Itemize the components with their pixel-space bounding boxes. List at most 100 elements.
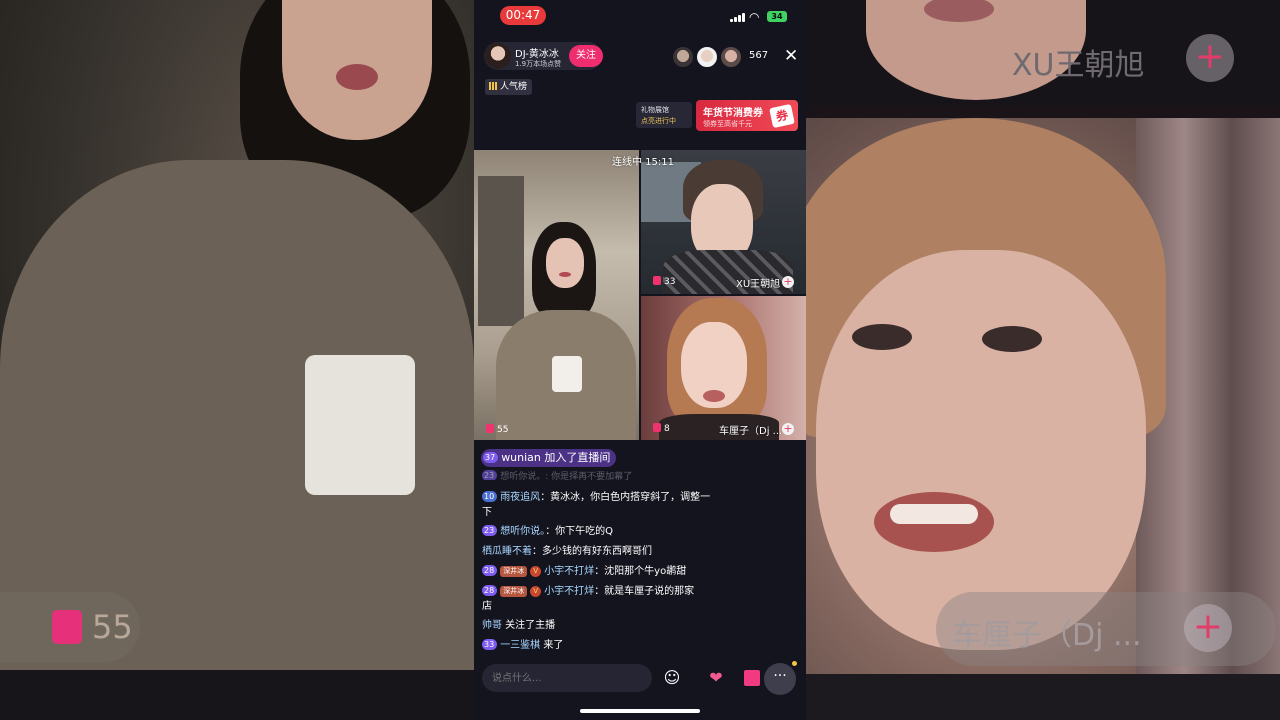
rank-label: 人气榜 [500,82,528,92]
heart-icon[interactable]: ❤ [704,666,728,690]
bottom-toolbar: ☺ ❤ ··· [482,661,800,695]
chat-text: ：就是车厘子说的那家 [594,586,695,597]
gift-hall-banner[interactable]: 礼物展馆 点亮进行中 [636,102,692,128]
close-icon[interactable]: ✕ [784,45,798,67]
comment-input[interactable] [482,664,652,692]
background-guest-eye [852,324,912,350]
chat-text: ：你下午吃的Q [545,526,614,537]
chat-username[interactable]: 栖瓜睡不着 [482,546,532,557]
chat-username[interactable]: 想听你说。 [500,526,545,537]
level-badge: 33 [482,639,498,650]
gift-hall-status: 点亮进行中 [641,117,676,125]
video-door [478,176,524,326]
host-likes: 1.9万本场点赞 [515,60,562,68]
level-badge: 28 [482,585,498,596]
chat-message: 28 深井冰 V 小宇不打烊：就是车厘子说的那家 [482,584,694,599]
background-guest-face [816,250,1146,650]
video-tile-host[interactable]: 55 [474,150,639,440]
gift-count: 55 [497,425,509,435]
fan-club-badge: 深井冰 [500,566,528,577]
background-plus-icon [1184,604,1232,652]
level-badge: 23 [482,470,498,480]
coupon-banner[interactable]: 年货节消费券 领券至高省千元 券 [696,100,798,131]
vip-badge: V [530,566,542,577]
signal-icon [730,13,745,22]
guest-name: XU王朝旭 [736,279,781,290]
chat-message: 23 想听你说。：你下午吃的Q [482,524,613,539]
plus-icon[interactable]: + [782,276,794,288]
viewer-avatar[interactable] [672,46,694,68]
notification-dot [792,661,797,666]
chat-message-continued: 下 [482,507,492,518]
chat-message: 10 雨夜追风：黄冰冰，你白色内搭穿斜了，调整一 [482,490,710,505]
video-host-shirt [552,356,582,392]
guest-name: 车厘子（Dj ... [719,426,783,437]
background-host-lips [336,64,378,90]
chat-username[interactable]: 小宇不打烊 [544,566,594,577]
background-guest-top-name: XU王朝旭 [1012,48,1145,83]
host-name: DJ-黄冰冰 [515,49,559,60]
level-badge: 10 [482,491,498,502]
viewer-avatar[interactable] [720,46,742,68]
viewer-avatar[interactable] [696,46,718,68]
avatar[interactable] [485,43,511,69]
follow-button[interactable]: 关注 [569,45,603,67]
coupon-subtitle: 领券至高省千元 [703,120,752,128]
gift-box-icon[interactable] [740,666,764,690]
gift-icon [653,276,661,285]
chat-username[interactable]: 雨夜追风 [500,492,540,503]
chat-text: 来了 [540,640,564,651]
viewer-count[interactable]: 567 [749,50,768,61]
connection-timer: 连线中 15:11 [612,157,674,168]
live-stream-screen: 00:47 ◠ 34 DJ-黄冰冰 1.9万本场点赞 关注 567 ✕ 人气榜 … [474,0,806,720]
emoji-icon[interactable]: ☺ [660,666,684,690]
chat-message: 33 一三鉴棋 来了 [482,638,563,653]
gift-count-badge: 8 [653,422,670,436]
chat-username[interactable]: 小宇不打烊 [544,586,594,597]
chat-text: ：黄冰冰，你白色内搭穿斜了，调整一 [540,492,711,503]
background-guest-eye [982,326,1042,352]
video-host-face [546,238,584,288]
battery-icon: 34 [767,11,787,22]
chat-username[interactable]: 一三鉴棋 [500,640,540,651]
gift-count: 8 [664,424,670,434]
gift-icon [486,424,494,433]
chat-message: 28 深井冰 V 小宇不打烊：沈阳那个牛yo鹕甜 [482,564,686,579]
gift-count-badge: 55 [486,423,508,437]
status-time: 00:47 [500,6,546,25]
gift-icon [653,423,661,432]
chat-message-faded: 23 想听你说。: 你是择再不要加幕了 [482,470,632,480]
more-icon[interactable]: ··· [764,663,796,695]
chat-message: 帅哥 关注了主播 [482,618,555,633]
vip-badge: V [530,586,542,597]
coupon-title: 年货节消费券 [703,108,763,119]
plus-icon[interactable]: + [782,423,794,435]
home-indicator[interactable] [580,709,700,713]
wifi-icon: ◠ [749,10,760,24]
video-tile-guest-2[interactable]: 8 车厘子（Dj ... + [641,296,806,440]
bar-chart-icon [489,82,497,90]
join-notice: 37 wunian 加入了直播间 [481,449,617,467]
co-stream-grid: 55 33 XU王朝旭 + 8 车厘子（Dj ... + [474,150,806,440]
video-tile-guest-1[interactable]: 33 XU王朝旭 + [641,150,806,294]
chat-message: 栖瓜睡不着：多少钱的有好东西啊哥们 [482,544,652,559]
background-guest-name: 车厘子（Dj ... [952,618,1142,653]
join-text: wunian 加入了直播间 [501,451,611,464]
fan-club-badge: 深井冰 [500,586,528,597]
background-guest-teeth [890,504,978,524]
background-gift-icon [52,610,82,644]
background-bottom-strip [806,674,1280,720]
background-right-blur: XU王朝旭 车厘子（Dj ... [806,0,1280,720]
gift-count-badge: 33 [653,275,675,289]
popularity-rank-button[interactable]: 人气榜 [485,79,533,95]
chat-username[interactable]: 帅哥 [482,620,502,631]
chat-text: ：多少钱的有好东西啊哥们 [532,546,652,557]
gift-count: 33 [664,277,676,287]
status-bar: 00:47 ◠ 34 [474,0,806,32]
viewer-avatars[interactable] [672,45,742,68]
level-badge: 28 [482,565,498,576]
gift-hall-title: 礼物展馆 [641,106,669,114]
level-badge: 37 [483,452,499,463]
background-left-blur: 55 [0,0,474,720]
background-plus-icon [1186,34,1234,82]
